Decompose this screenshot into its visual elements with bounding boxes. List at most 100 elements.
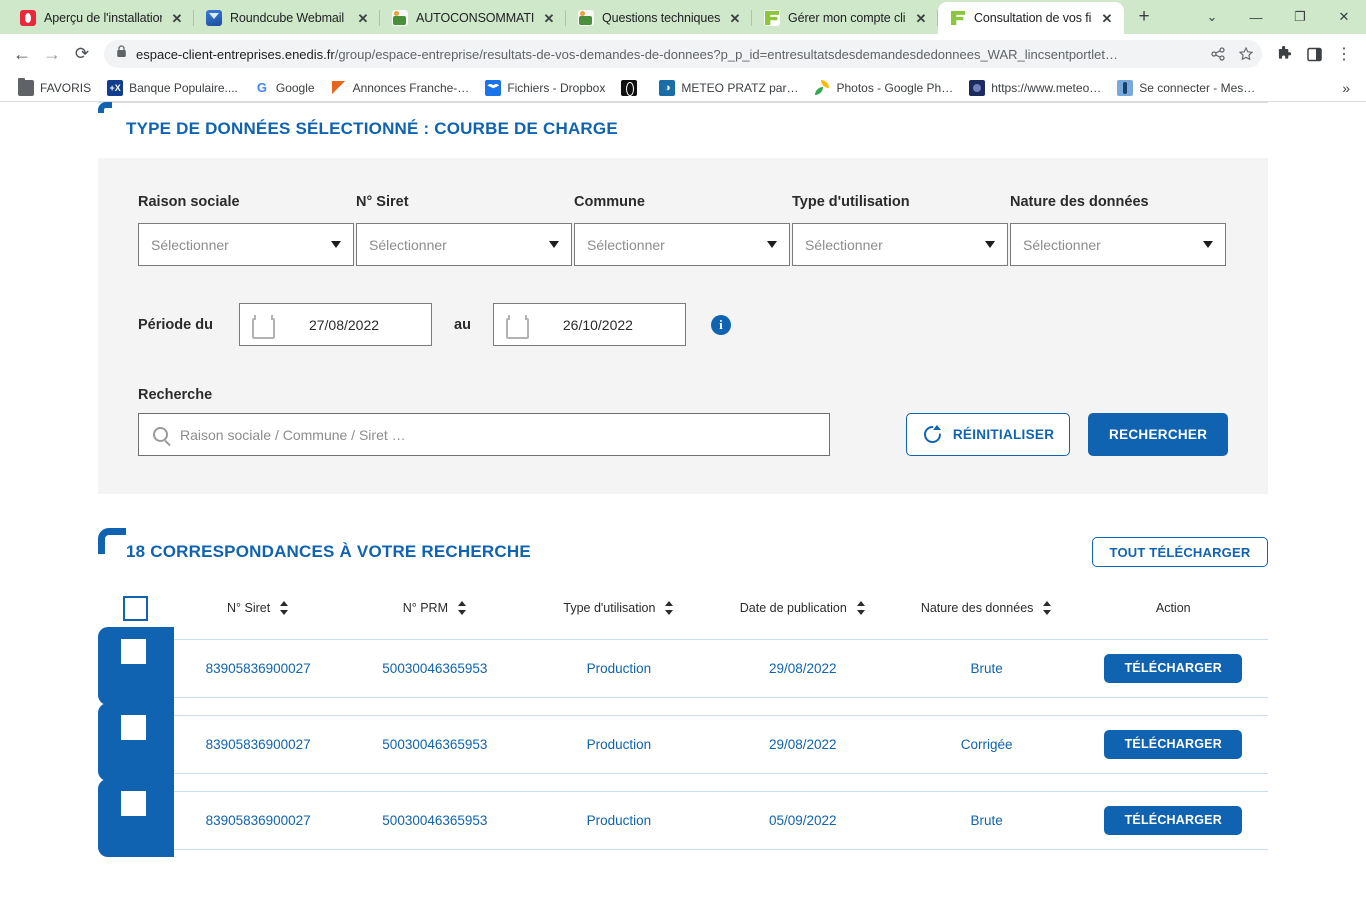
reset-button[interactable]: RÉINITIALISER	[905, 413, 1071, 456]
puzzle-icon[interactable]	[1270, 40, 1298, 68]
raison-sociale-select[interactable]: Sélectionner	[138, 223, 354, 266]
close-icon[interactable]: ✕	[1100, 11, 1114, 25]
bookmarks-overflow-icon[interactable]: »	[1336, 80, 1356, 96]
tab-title: Roundcube Webmail ::	[230, 11, 348, 25]
forward-icon[interactable]: →	[38, 40, 66, 68]
tab-title: Consultation de vos fic	[974, 11, 1092, 25]
browser-tab[interactable]: Gérer mon compte clien ✕	[752, 2, 938, 34]
table-row[interactable]: 83905836900027 50030046365953 Production…	[98, 627, 1268, 705]
search-label: Recherche	[138, 387, 213, 403]
select-all-checkbox[interactable]	[123, 596, 149, 621]
cell-action: TÉLÉCHARGER	[1078, 790, 1268, 850]
filter-raison-sociale: Raison sociale Sélectionner	[138, 194, 354, 266]
bookmark-item[interactable]: +X Banque Populaire....	[99, 76, 246, 100]
download-button[interactable]: TÉLÉCHARGER	[1104, 729, 1243, 759]
filter-label: N° Siret	[356, 194, 409, 210]
search-field[interactable]: Raison sociale / Commune / Siret …	[138, 413, 830, 456]
cell-prm: 50030046365953	[342, 790, 527, 850]
nature-donnees-select[interactable]: Sélectionner	[1010, 223, 1226, 266]
browser-chrome: Aperçu de l'installation ✕ Roundcube Web…	[0, 0, 1366, 102]
download-button[interactable]: TÉLÉCHARGER	[1104, 805, 1243, 835]
row-checkbox[interactable]	[121, 639, 146, 664]
th-siret[interactable]: N° Siret	[173, 596, 342, 639]
cell-siret: 83905836900027	[173, 714, 343, 774]
close-window-button[interactable]: ✕	[1322, 0, 1366, 34]
th-date-publication[interactable]: Date de publication	[711, 596, 895, 639]
bookmark-item[interactable]: Photos - Google Ph…	[806, 76, 961, 100]
row-select-cell[interactable]	[98, 627, 174, 705]
new-tab-button[interactable]: +	[1130, 3, 1158, 31]
share-icon[interactable]	[1208, 47, 1228, 61]
dropbox-icon	[485, 79, 502, 96]
back-icon[interactable]: ←	[8, 40, 36, 68]
th-label: Action	[1155, 601, 1191, 616]
bookmark-item[interactable]: Annonces Franche-…	[323, 76, 478, 100]
bookmark-item[interactable]: https://www.meteo…	[961, 76, 1109, 100]
sort-icon[interactable]	[665, 600, 674, 616]
row-select-cell[interactable]	[98, 703, 174, 781]
siret-select[interactable]: Sélectionner	[356, 223, 572, 266]
window-controls: ⌄ — ❐ ✕	[1190, 0, 1366, 34]
period-to-field[interactable]: 26/10/2022	[492, 303, 686, 346]
browser-tab[interactable]: Roundcube Webmail :: ✕	[194, 2, 380, 34]
browser-tab[interactable]: Aperçu de l'installation ✕	[8, 2, 194, 34]
download-all-button[interactable]: TOUT TÉLÉCHARGER	[1092, 537, 1268, 567]
url-domain: espace-client-entreprises.enedis.fr	[136, 46, 335, 62]
th-label: Nature des données	[920, 601, 1034, 616]
search-button[interactable]: RECHERCHER	[1088, 413, 1229, 456]
close-icon[interactable]: ✕	[728, 11, 742, 25]
address-bar[interactable]: espace-client-entreprises.enedis.fr/grou…	[104, 40, 1262, 68]
th-nature-donnees[interactable]: Nature des données	[895, 596, 1079, 639]
tab-search-icon[interactable]: ⌄	[1190, 0, 1234, 34]
th-label: Type d'utilisation	[563, 601, 656, 616]
close-icon[interactable]: ✕	[170, 11, 184, 25]
download-button[interactable]: TÉLÉCHARGER	[1104, 653, 1243, 683]
close-icon[interactable]: ✕	[356, 11, 370, 25]
row-checkbox[interactable]	[121, 791, 146, 816]
sort-icon[interactable]	[1043, 600, 1052, 616]
browser-tab-active[interactable]: Consultation de vos fic ✕	[938, 2, 1124, 34]
minimize-button[interactable]: —	[1234, 0, 1278, 34]
search-icon	[153, 427, 168, 442]
cell-action: TÉLÉCHARGER	[1078, 714, 1268, 774]
browser-menu-icon[interactable]: ⋮	[1330, 40, 1358, 68]
bookmark-item[interactable]: FAVORIS	[10, 76, 99, 100]
period-from-field[interactable]: 27/08/2022	[239, 303, 432, 346]
cell-type: Production	[526, 714, 711, 774]
table-row[interactable]: 83905836900027 50030046365953 Production…	[98, 779, 1268, 857]
tab-title: AUTOCONSOMMATION	[416, 11, 534, 25]
sort-icon[interactable]	[458, 600, 467, 616]
star-icon[interactable]	[1236, 47, 1256, 61]
cell-nature: Brute	[894, 638, 1079, 698]
sort-icon[interactable]	[280, 600, 289, 616]
bookmark-item[interactable]: G Google	[246, 76, 323, 100]
close-icon[interactable]: ✕	[542, 11, 556, 25]
bookmark-item[interactable]: Se connecter - Mes…	[1109, 76, 1263, 100]
tab-title: Gérer mon compte clien	[788, 11, 906, 25]
side-panel-icon[interactable]	[1300, 40, 1328, 68]
select-value: Sélectionner	[151, 236, 229, 253]
browser-tab[interactable]: Questions techniques ✕	[566, 2, 752, 34]
maximize-button[interactable]: ❐	[1278, 0, 1322, 34]
commune-select[interactable]: Sélectionner	[574, 223, 790, 266]
th-prm[interactable]: N° PRM	[343, 596, 527, 639]
row-select-cell[interactable]	[98, 779, 174, 857]
info-icon[interactable]: i	[710, 314, 731, 335]
bookmark-item[interactable]: Fichiers - Dropbox	[477, 76, 613, 100]
bookmark-label: Se connecter - Mes…	[1139, 80, 1256, 95]
bookmark-item[interactable]: ◑ METEO PRATZ par…	[651, 76, 806, 100]
cell-date: 05/09/2022	[710, 790, 895, 850]
sort-icon[interactable]	[856, 600, 866, 616]
close-icon[interactable]: ✕	[914, 11, 928, 25]
calendar-icon	[252, 314, 275, 339]
period-to-value: 26/10/2022	[562, 316, 633, 333]
bookmark-item[interactable]	[613, 76, 651, 100]
type-utilisation-select[interactable]: Sélectionner	[792, 223, 1008, 266]
reload-icon[interactable]: ⟳	[68, 40, 96, 68]
row-checkbox[interactable]	[121, 715, 146, 740]
table-row[interactable]: 83905836900027 50030046365953 Production…	[98, 703, 1268, 781]
cell-siret: 83905836900027	[173, 638, 343, 698]
th-type-utilisation[interactable]: Type d'utilisation	[527, 596, 711, 639]
select-value: Sélectionner	[587, 236, 665, 253]
browser-tab[interactable]: AUTOCONSOMMATION ✕	[380, 2, 566, 34]
